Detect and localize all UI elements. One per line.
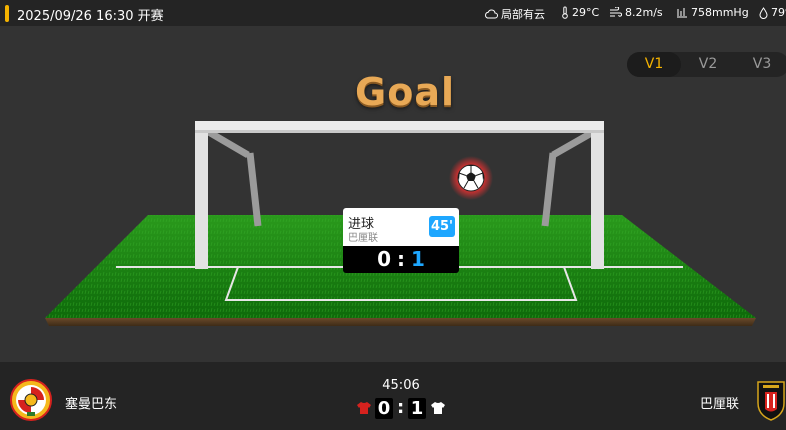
event-title: Goal [355,70,455,114]
event-score: 0:1 [343,246,459,273]
goal-back-bar-right [551,127,597,159]
match-clock: 45:06 [382,378,420,393]
away-team-logo [757,381,785,421]
goal-back-bar-left [205,127,250,159]
event-card-header: 进球 巴厘联 45' [343,208,459,246]
event-team: 巴厘联 [348,233,378,244]
score-separator: : [397,397,405,418]
event-score-home: 0 [377,247,391,271]
football-icon [457,164,485,192]
goal-post-left [195,121,208,269]
event-card: 进球 巴厘联 45' 0:1 [343,208,459,273]
away-team-name[interactable]: 巴厘联 [700,393,739,412]
away-score: 1 [408,398,426,419]
goal-post-right [591,121,604,269]
bottom-bar [0,362,786,430]
away-kit-icon [431,402,445,414]
home-score: 0 [375,398,393,419]
event-score-away: 1 [411,247,425,271]
pitch-soil-edge [45,318,756,326]
event-score-separator: : [397,247,405,271]
home-team-name[interactable]: 塞曼巴东 [65,393,117,412]
event-minute-badge: 45' [429,216,455,237]
home-kit-icon [357,402,371,414]
